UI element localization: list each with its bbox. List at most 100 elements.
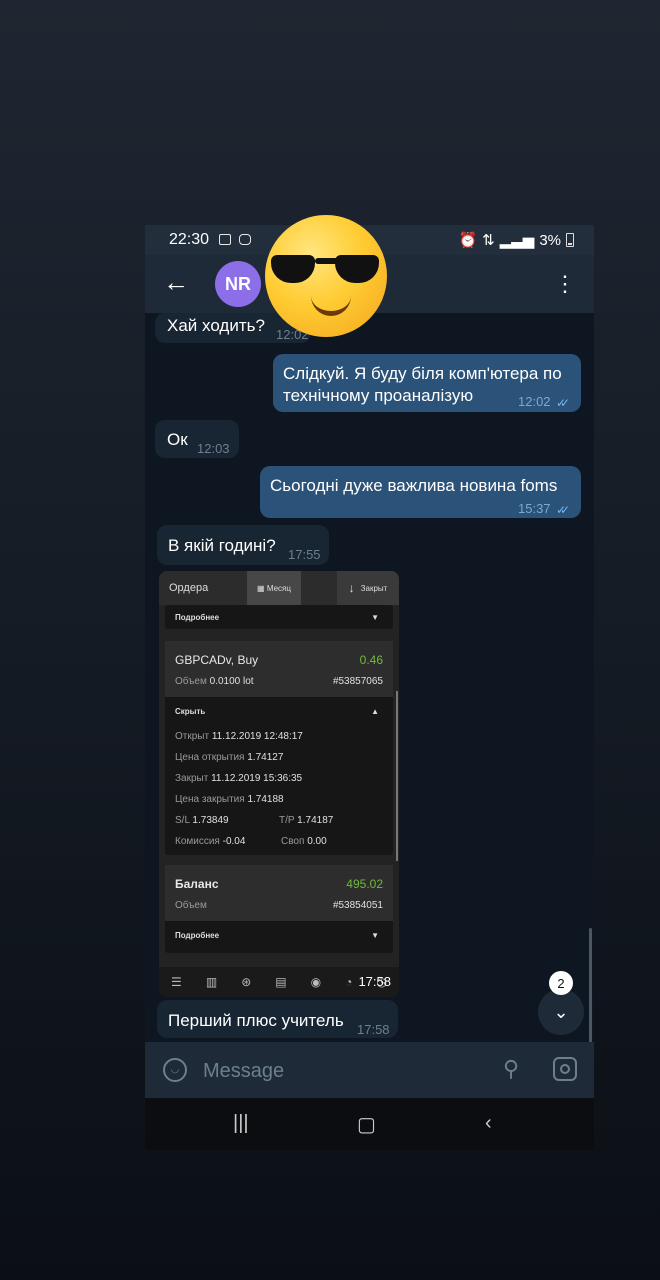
alarm-icon: ⏰ — [458, 232, 478, 249]
message-text: Ок — [167, 430, 188, 449]
sunglasses-left-lens — [271, 255, 315, 283]
tp-label: T/P — [279, 815, 295, 826]
message-input[interactable] — [201, 1056, 465, 1086]
orders-header: Ордера ▦ Месяц ↓ Закрыт — [159, 571, 399, 605]
instagram-icon — [239, 234, 251, 245]
sl-label: S/L — [175, 815, 190, 826]
message-incoming[interactable]: Ок 12:03 — [155, 420, 239, 458]
hide-label: Скрыть — [175, 707, 206, 716]
message-time: 17:58 — [357, 1022, 390, 1037]
message-text: Хай ходить? — [167, 316, 265, 335]
image-message[interactable]: Ордера ▦ Месяц ↓ Закрыт Подробнее ▼ GBPCA… — [159, 571, 399, 997]
triangle-up-icon: ▲ — [371, 707, 379, 716]
home-icon[interactable]: ▢ — [357, 1112, 376, 1137]
balance-summary: Баланс 495.02 Объем #53854051 — [165, 865, 393, 921]
attach-icon[interactable]: ⚲ — [503, 1056, 519, 1082]
message-text: Сьогодні дуже важлива новина foms — [270, 476, 558, 495]
back-icon[interactable]: ‹ — [485, 1112, 492, 1135]
sort-filter: ↓ Закрыт — [337, 571, 399, 605]
open-value: 11.12.2019 12:48:17 — [211, 731, 303, 742]
quotes-icon: ☰ — [171, 975, 182, 989]
open-price-label: Цена открытия — [175, 752, 245, 763]
triangle-down-icon: ▼ — [371, 613, 379, 622]
message-text: В якій годині? — [168, 536, 276, 555]
details-label: Подробнее — [175, 931, 220, 940]
unread-badge: 2 — [549, 971, 573, 995]
avatar[interactable]: NR — [215, 261, 261, 307]
profile-icon: ◉ — [310, 975, 322, 989]
balance-label: Баланс — [175, 877, 219, 891]
month-filter: ▦ Месяц — [247, 571, 301, 605]
sunglasses-right-lens — [335, 255, 379, 283]
balance-card: Баланс 495.02 Объем #53854051 Подробнее … — [165, 865, 393, 953]
recents-icon[interactable]: ||| — [233, 1112, 249, 1135]
message-outgoing[interactable]: Сьогодні дуже важлива новина foms 15:37 … — [260, 466, 581, 518]
message-text-line1: Слідкуй. Я буду біля комп'ютера по — [283, 364, 562, 383]
message-time: 17:58 — [358, 974, 391, 989]
order-id: #53857065 — [332, 676, 383, 687]
calendar-icon: ▦ — [257, 583, 267, 593]
battery-icon — [566, 233, 574, 247]
back-arrow-icon[interactable]: ← — [163, 267, 189, 297]
signal-icon: ▂▃▅ — [499, 232, 535, 249]
cash-icon: ▤ — [275, 975, 287, 989]
month-label: Месяц — [266, 583, 291, 593]
message-incoming[interactable]: В якій годині? 17:55 — [157, 525, 329, 565]
tp-value: 1.74187 — [297, 815, 334, 826]
volume-value: 0.0100 lot — [209, 676, 254, 687]
message-incoming[interactable]: Перший плюс учитель 17:58 — [157, 1000, 398, 1038]
volume-label: Объем — [175, 676, 207, 687]
details-label: Подробнее — [175, 613, 220, 622]
gallery-icon — [219, 234, 231, 245]
close-price-label: Цена закрытия — [175, 794, 245, 805]
close-value: 11.12.2019 15:36:35 — [211, 773, 303, 784]
message-time: 17:55 — [288, 547, 321, 562]
camera-icon[interactable] — [553, 1057, 577, 1081]
chevron-down-icon: ⌄ — [553, 1001, 569, 1022]
message-text: Перший плюс учитель — [168, 1011, 344, 1030]
emoji-icon[interactable]: ◡ — [163, 1058, 187, 1082]
chart-icon: ▥ — [205, 975, 218, 989]
order-profit: 0.46 — [359, 653, 383, 667]
sl-value: 1.73849 — [192, 815, 229, 826]
composer: ◡ ⚲ — [145, 1042, 594, 1098]
message-time: 12:03 — [197, 441, 230, 456]
status-time: 22:30 — [169, 231, 210, 248]
order-summary: GBPCADv, Buy 0.46 Объем 0.0100 lot #5385… — [165, 641, 393, 697]
more-options-icon[interactable]: ⋮ — [554, 269, 576, 299]
data-icon: ⇅ — [482, 232, 495, 249]
commission-label: Комиссия — [175, 836, 220, 847]
down-arrow-icon: ↓ — [348, 581, 355, 595]
orders-title: Ордера — [169, 582, 209, 594]
speedometer-icon: ◔ — [345, 975, 353, 989]
sort-label: Закрыт — [360, 583, 388, 593]
money-icon: ⊛ — [241, 975, 252, 989]
swap-value: 0.00 — [307, 836, 327, 847]
order-pair: GBPCADv, Buy — [175, 653, 259, 667]
sunglasses-emoji-icon — [265, 215, 387, 337]
swap-label: Своп — [281, 836, 305, 847]
close-label: Закрыт — [175, 773, 209, 784]
system-nav-bar: ||| ▢ ‹ — [145, 1098, 594, 1150]
message-list[interactable]: Хай ходить? 12:02 Слідкуй. Я буду біля к… — [145, 313, 594, 1103]
scroll-down-button[interactable]: ⌄ — [538, 989, 584, 1035]
smile-mouth — [311, 295, 351, 316]
message-outgoing[interactable]: Слідкуй. Я буду біля комп'ютера по техні… — [273, 354, 581, 412]
screenshot-scrollbar — [396, 691, 398, 861]
message-time: 12:02 — [518, 394, 551, 409]
details-collapsed: Подробнее ▼ — [165, 605, 393, 629]
status-right: ⏰ ⇅ ▂▃▅ 3% — [458, 231, 574, 249]
close-price-value: 1.74188 — [247, 794, 284, 805]
order-card: GBPCADv, Buy 0.46 Объем 0.0100 lot #5385… — [165, 641, 393, 855]
commission-value: -0.04 — [222, 836, 246, 847]
read-checks-icon: ✓✓ — [556, 396, 570, 410]
triangle-down-icon: ▼ — [371, 931, 379, 940]
message-time: 15:37 — [518, 501, 551, 516]
balance-volume-label: Объем — [175, 900, 207, 911]
phone-screen: 22:30 ⏰ ⇅ ▂▃▅ 3% ← NR ⋮ Хай ходить? 12:0… — [145, 225, 594, 1150]
open-price-value: 1.74127 — [247, 752, 284, 763]
read-checks-icon: ✓✓ — [556, 503, 570, 517]
open-label: Открыт — [175, 731, 210, 742]
balance-value: 495.02 — [346, 877, 383, 891]
balance-id: #53854051 — [332, 900, 383, 911]
